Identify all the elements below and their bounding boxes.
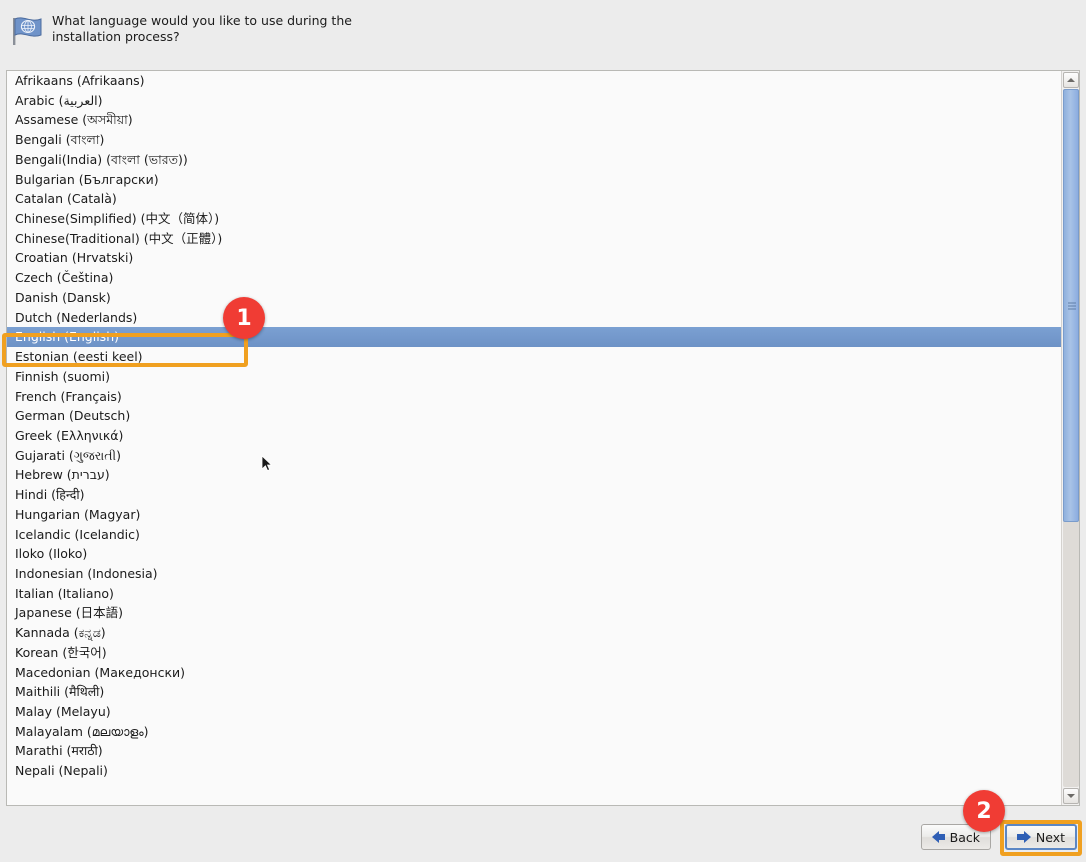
arrow-left-icon	[932, 831, 945, 843]
language-row[interactable]: Kannada (ಕನ್ನಡ)	[7, 623, 1061, 643]
language-row[interactable]: Malayalam (മലയാളം)	[7, 722, 1061, 742]
language-row[interactable]: Japanese (日本語)	[7, 603, 1061, 623]
language-row[interactable]: Icelandic (Icelandic)	[7, 525, 1061, 545]
language-row[interactable]: Greek (Ελληνικά)	[7, 426, 1061, 446]
language-row[interactable]: Hebrew (עברית)	[7, 465, 1061, 485]
back-button-label: Back	[949, 829, 980, 845]
language-row[interactable]: Gujarati (ગુજરાતી)	[7, 446, 1061, 466]
language-row[interactable]: Malay (Melayu)	[7, 702, 1061, 722]
language-row[interactable]: Czech (Čeština)	[7, 268, 1061, 288]
language-row[interactable]: Finnish (suomi)	[7, 367, 1061, 387]
back-button[interactable]: Back	[921, 824, 991, 850]
scrollbar-thumb[interactable]	[1063, 89, 1079, 522]
language-row[interactable]: Dutch (Nederlands)	[7, 308, 1061, 328]
scroll-up-icon[interactable]	[1063, 72, 1079, 88]
language-row[interactable]: Nepali (Nepali)	[7, 761, 1061, 781]
next-button[interactable]: Next	[1005, 824, 1077, 850]
language-row[interactable]: Macedonian (Македонски)	[7, 663, 1061, 683]
language-row[interactable]: Bengali (বাংলা)	[7, 130, 1061, 150]
language-row[interactable]: Maithili (मैथिली)	[7, 682, 1061, 702]
language-row[interactable]: Arabic (العربية)	[7, 91, 1061, 111]
scrollbar-track[interactable]	[1063, 89, 1079, 787]
language-row[interactable]: Hungarian (Magyar)	[7, 505, 1061, 525]
vertical-scrollbar[interactable]	[1061, 71, 1079, 805]
wizard-button-bar: Back Next	[0, 814, 1086, 862]
language-row[interactable]: Bulgarian (Български)	[7, 170, 1061, 190]
language-row[interactable]: Chinese(Simplified) (中文（简体）)	[7, 209, 1061, 229]
language-row[interactable]: Iloko (Iloko)	[7, 544, 1061, 564]
language-list-viewport[interactable]: Afrikaans (Afrikaans) Arabic (العربية) Ass…	[7, 71, 1061, 805]
language-row[interactable]: Estonian (eesti keel)	[7, 347, 1061, 367]
next-button-label: Next	[1035, 829, 1065, 845]
language-row[interactable]: Assamese (অসমীয়া)	[7, 110, 1061, 130]
scroll-down-icon[interactable]	[1063, 788, 1079, 804]
language-row[interactable]: English (English)	[7, 327, 1061, 348]
language-row[interactable]: Italian (Italiano)	[7, 584, 1061, 604]
language-row[interactable]: Korean (한국어)	[7, 643, 1061, 663]
un-flag-icon	[13, 17, 42, 45]
language-row[interactable]: Afrikaans (Afrikaans)	[7, 71, 1061, 91]
installer-prompt: What language would you like to use duri…	[52, 13, 352, 44]
language-row[interactable]: Croatian (Hrvatski)	[7, 248, 1061, 268]
language-row[interactable]: Bengali(India) (বাংলা (ভারত))	[7, 150, 1061, 170]
language-row[interactable]: Hindi (हिन्दी)	[7, 485, 1061, 505]
language-list[interactable]: Afrikaans (Afrikaans) Arabic (العربية) Ass…	[6, 70, 1080, 806]
header-bar: What language would you like to use duri…	[0, 0, 1086, 62]
scroll-down-arrow-glyph	[1067, 794, 1075, 798]
language-row[interactable]: Catalan (Català)	[7, 189, 1061, 209]
language-row[interactable]: German (Deutsch)	[7, 406, 1061, 426]
language-row[interactable]: French (Français)	[7, 387, 1061, 407]
language-row[interactable]: Marathi (मराठी)	[7, 741, 1061, 761]
arrow-right-icon	[1017, 831, 1031, 843]
language-row[interactable]: Danish (Dansk)	[7, 288, 1061, 308]
language-row[interactable]: Chinese(Traditional) (中文（正體）)	[7, 229, 1061, 249]
language-row[interactable]: Indonesian (Indonesia)	[7, 564, 1061, 584]
scroll-up-arrow-glyph	[1067, 78, 1075, 82]
scrollbar-grip-icon	[1068, 302, 1076, 309]
